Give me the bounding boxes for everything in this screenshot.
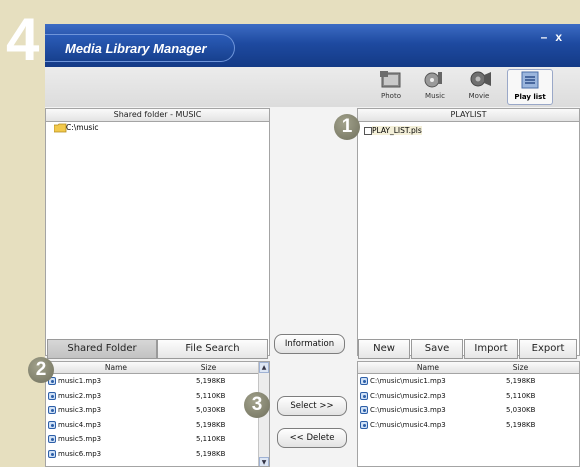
file-size: 5,198KB [506,420,536,429]
tab-shared-folder[interactable]: Shared Folder [47,339,157,359]
nav-music[interactable]: Music [413,69,457,105]
window-title: Media Library Manager [65,41,207,56]
tree-item-label: C:\music [66,123,99,132]
file-name: music3.mp3 [58,406,102,415]
scroll-up-icon[interactable]: ▲ [259,362,269,373]
media-library-window: Media Library Manager –x Photo Music Mov… [45,24,580,467]
file-size: 5,110KB [506,391,536,400]
callout-3: 3 [244,392,270,418]
audio-file-icon [48,449,56,458]
file-name: C:\music\music1.mp3 [370,377,446,385]
window-controls: –x [541,30,570,44]
file-size: 5,198KB [196,377,226,385]
music-icon [424,72,442,88]
close-button[interactable]: x [555,30,570,44]
audio-file-icon [48,406,56,415]
table-row[interactable]: music5.mp3 5,110KB [46,432,269,447]
file-name: C:\music\music2.mp3 [370,391,446,400]
nav-playlist[interactable]: Play list [507,69,553,105]
audio-file-icon [360,420,368,429]
select-button[interactable]: Select >> [277,396,347,416]
playlist-file-rows: C:\music\music1.mp3 5,198KB C:\music\music… [358,374,579,432]
scroll-down-icon[interactable]: ▼ [259,457,269,466]
delete-button[interactable]: << Delete [277,428,347,448]
audio-file-icon [360,406,368,415]
audio-file-icon [48,435,56,444]
table-row[interactable]: C:\music\music3.mp3 5,030KB [358,403,579,418]
shared-file-list-header: Name Size [46,362,269,374]
nav-photo[interactable]: Photo [369,69,413,105]
nav-movie-label: Movie [468,92,490,100]
audio-file-icon [360,391,368,400]
audio-file-icon [48,420,56,429]
title-bar: Media Library Manager –x [45,24,580,67]
shared-folder-header: Shared folder - MUSIC [46,109,269,122]
column-size[interactable]: Size [498,362,543,373]
file-size: 5,110KB [196,391,226,400]
shared-file-rows: music1.mp3 5,198KB music2.mp3 5,110KB music3… [46,374,269,462]
table-row[interactable]: music4.mp3 5,198KB [46,418,269,433]
table-row[interactable]: music3.mp3 5,030KB [46,403,269,418]
playlist-file-icon [364,127,372,135]
file-name: music2.mp3 [58,391,102,400]
photo-icon [380,71,401,88]
file-name: music6.mp3 [58,449,102,458]
file-size: 5,198KB [196,449,226,458]
minimize-button[interactable]: – [541,30,556,44]
shared-file-list: Name Size music1.mp3 5,198KB music2.mp3 5,1… [45,361,270,467]
audio-file-icon [360,377,368,385]
file-name: music4.mp3 [58,420,102,429]
table-row[interactable]: music6.mp3 5,198KB [46,447,269,462]
file-name: music5.mp3 [58,435,102,444]
file-name: music1.mp3 [58,377,102,385]
callout-2: 2 [28,357,54,383]
tree-item-label: PLAY_LIST.pls [372,126,422,135]
file-size: 5,110KB [196,435,226,444]
shared-folder-panel: Shared folder - MUSIC C:\music [45,108,270,356]
file-size: 5,030KB [196,406,226,415]
table-row[interactable]: C:\music\music4.mp3 5,198KB [358,418,579,433]
file-name: C:\music\music4.mp3 [370,420,446,429]
playlist-header: PLAYLIST [358,109,579,122]
column-name[interactable]: Name [46,362,186,373]
folder-icon [54,123,67,133]
column-size[interactable]: Size [186,362,231,373]
tree-item-music-folder[interactable]: C:\music [46,122,269,134]
playlist-icon [521,71,539,89]
information-button[interactable]: Information [274,334,345,354]
save-button[interactable]: Save [411,339,463,359]
export-button[interactable]: Export [519,339,577,359]
nav-photo-label: Photo [381,92,401,100]
movie-icon [470,71,491,87]
nav-playlist-label: Play list [514,93,546,101]
step-number: 4 [6,6,39,73]
table-row[interactable]: music1.mp3 5,198KB [46,374,269,389]
tree-item-playlist-file[interactable]: PLAY_LIST.pls [358,125,579,137]
table-row[interactable]: music2.mp3 5,110KB [46,389,269,404]
tab-file-search[interactable]: File Search [157,339,268,359]
file-size: 5,030KB [506,406,536,415]
table-row[interactable]: C:\music\music1.mp3 5,198KB [358,374,579,389]
file-size: 5,198KB [196,420,226,429]
file-name: C:\music\music3.mp3 [370,406,446,415]
playlist-panel: PLAYLIST PLAY_LIST.pls [357,108,580,356]
table-row[interactable]: C:\music\music2.mp3 5,110KB [358,389,579,404]
column-name[interactable]: Name [358,362,498,373]
callout-1: 1 [334,114,360,140]
nav-movie[interactable]: Movie [457,69,501,105]
new-button[interactable]: New [358,339,410,359]
audio-file-icon [48,391,56,400]
nav-music-label: Music [425,92,445,100]
file-size: 5,198KB [506,377,536,385]
playlist-file-list-header: Name Size [358,362,579,374]
import-button[interactable]: Import [464,339,518,359]
category-toolbar: Photo Music Movie Play list [45,67,580,107]
playlist-file-list: Name Size C:\music\music1.mp3 5,198KB C:\m… [357,361,580,467]
